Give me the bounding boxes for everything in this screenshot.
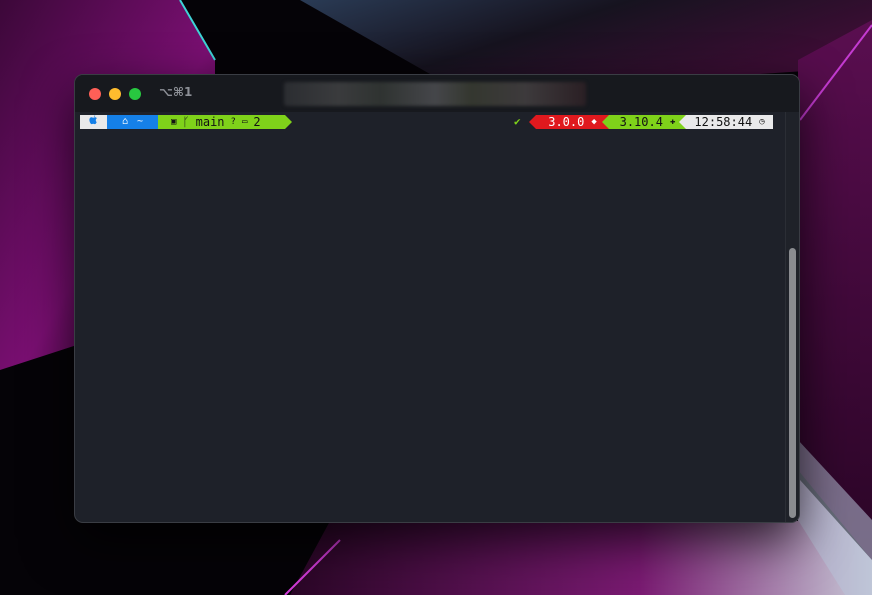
cwd-label: ~ bbox=[137, 116, 144, 127]
close-button[interactable] bbox=[89, 88, 101, 100]
python-segment: 3.10.4 ✚ bbox=[609, 115, 686, 129]
segment-separator bbox=[285, 115, 292, 129]
home-icon: ⌂ bbox=[121, 116, 128, 127]
python-icon: ✚ bbox=[669, 117, 676, 127]
apple-icon bbox=[89, 114, 98, 130]
git-icon: ▣ bbox=[171, 117, 177, 127]
minimize-button[interactable] bbox=[109, 88, 121, 100]
title-bar: ⌥⌘1 bbox=[75, 75, 799, 112]
zoom-button[interactable] bbox=[129, 88, 141, 100]
time-label: 12:58:44 bbox=[694, 115, 753, 129]
ruby-icon: ◆ bbox=[591, 117, 597, 127]
ruby-version: 3.0.0 bbox=[548, 115, 585, 129]
branch-icon: ᚴ bbox=[182, 115, 190, 129]
git-segment: ▣ ᚴ main ? ▭ 2 bbox=[158, 115, 285, 129]
os-segment bbox=[80, 114, 107, 130]
ruby-segment: 3.0.0 ◆ bbox=[536, 115, 609, 129]
branch-name: main bbox=[195, 115, 225, 129]
clock-icon: ◷ bbox=[759, 117, 765, 127]
python-version: 3.10.4 bbox=[619, 115, 663, 129]
segment-separator bbox=[679, 115, 686, 129]
tab-shortcut-label: ⌥⌘1 bbox=[159, 85, 193, 99]
time-segment: 12:58:44 ◷ bbox=[686, 115, 773, 129]
status-ok-icon: ✔ bbox=[514, 115, 521, 128]
shell-prompt: ⌂ ~ ▣ ᚴ main ? ▭ 2 ✔ 3.0.0 ◆ 3.10.4 ✚ 12… bbox=[80, 114, 773, 130]
stash-count: 2 bbox=[253, 115, 261, 129]
segment-separator bbox=[602, 115, 609, 129]
terminal-window: ⌥⌘1 ⌂ ~ ▣ ᚴ main ? ▭ 2 ✔ 3.0.0 ◆ 3.10.4 … bbox=[74, 74, 800, 523]
scrollbar-thumb[interactable] bbox=[789, 248, 796, 518]
segment-separator bbox=[529, 115, 536, 129]
stash-icon: ▭ bbox=[241, 117, 248, 127]
window-title-redacted bbox=[284, 82, 586, 106]
directory-segment: ⌂ ~ bbox=[107, 115, 158, 129]
untracked-indicator: ? bbox=[230, 117, 236, 127]
